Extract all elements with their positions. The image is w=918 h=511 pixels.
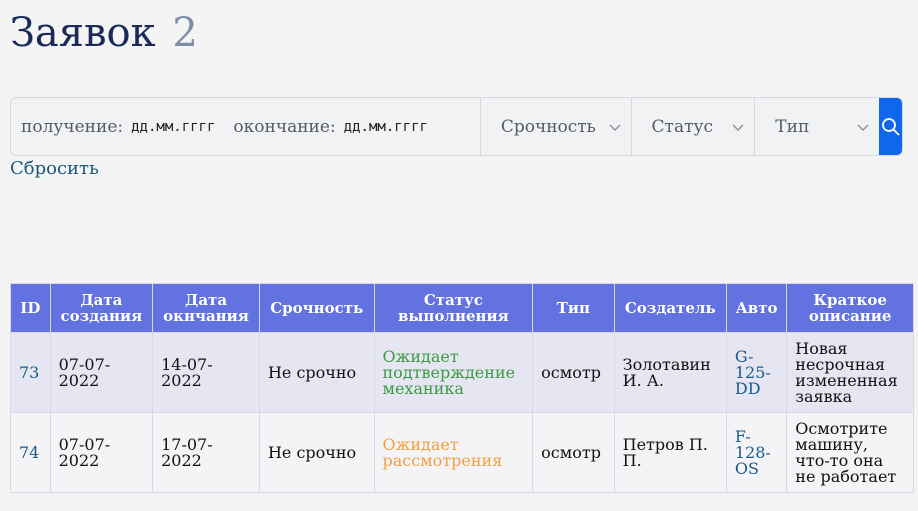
cell-type: осмотр	[532, 332, 615, 413]
page-title: Заявок 2	[10, 10, 198, 56]
cell-type: осмотр	[532, 412, 615, 493]
requests-table: ID Дата создания Дата окнчания Срочность…	[10, 283, 914, 493]
reset-filters-link[interactable]: Сбросить	[10, 158, 99, 179]
filter-bar: получение: дд.мм.гггг окончание: дд.мм.г…	[10, 97, 903, 156]
column-header-ends[interactable]: Дата окнчания	[152, 283, 260, 333]
cell-urgency: Не срочно	[258, 332, 375, 413]
column-header-description[interactable]: Краткое описание	[786, 283, 914, 333]
received-date-input[interactable]: дд.мм.гггг	[131, 119, 215, 135]
cell-car[interactable]: F-128-OS	[725, 412, 788, 493]
cell-description: Новая несрочная измененная заявка	[786, 332, 914, 413]
cell-id[interactable]: 73	[10, 332, 51, 413]
cell-urgency: Не срочно	[258, 412, 375, 493]
cell-id[interactable]: 74	[10, 412, 51, 493]
urgency-select[interactable]: Срочность	[481, 98, 632, 155]
cell-created: 07-07-2022	[49, 412, 154, 493]
page-title-text: Заявок	[10, 10, 156, 56]
cell-status: Ожидает подтверждение механика	[373, 332, 534, 413]
status-select[interactable]: Статус	[632, 98, 756, 155]
chevron-down-icon	[609, 124, 621, 131]
type-select-label: Тип	[775, 116, 810, 137]
cell-creator: Петров П. П.	[613, 412, 727, 493]
cell-creator: Золотавин И. А.	[613, 332, 727, 413]
column-header-type[interactable]: Тип	[532, 283, 615, 333]
type-select[interactable]: Тип	[755, 98, 879, 155]
ending-date-input[interactable]: дд.мм.гггг	[344, 119, 428, 135]
table-row[interactable]: 74 07-07-2022 17-07-2022 Не срочно Ожида…	[10, 412, 914, 493]
column-header-urgency[interactable]: Срочность	[258, 283, 375, 333]
received-date-label: получение:	[21, 116, 124, 137]
column-header-car[interactable]: Авто	[725, 283, 788, 333]
date-filter-group: получение: дд.мм.гггг окончание: дд.мм.г…	[11, 98, 481, 155]
ending-date-label: окончание:	[233, 116, 336, 137]
table-row[interactable]: 73 07-07-2022 14-07-2022 Не срочно Ожида…	[10, 332, 914, 413]
chevron-down-icon	[732, 124, 744, 131]
cell-car[interactable]: G-125-DD	[725, 332, 788, 413]
column-header-id[interactable]: ID	[10, 283, 51, 333]
chevron-down-icon	[857, 124, 869, 131]
column-header-creator[interactable]: Создатель	[613, 283, 727, 333]
requests-count: 2	[172, 10, 198, 56]
column-header-created[interactable]: Дата создания	[49, 283, 154, 333]
cell-status: Ожидает рассмотрения	[373, 412, 534, 493]
cell-ends: 17-07-2022	[152, 412, 260, 493]
search-icon	[881, 117, 900, 136]
column-header-status[interactable]: Статус выполнения	[373, 283, 534, 333]
cell-created: 07-07-2022	[49, 332, 154, 413]
status-select-label: Статус	[651, 116, 714, 137]
search-button[interactable]	[879, 98, 902, 155]
table-header-row: ID Дата создания Дата окнчания Срочность…	[10, 283, 914, 333]
cell-description: Осмотрите машину, что-то она не работает	[786, 412, 914, 493]
urgency-select-label: Срочность	[500, 116, 596, 137]
cell-ends: 14-07-2022	[152, 332, 260, 413]
